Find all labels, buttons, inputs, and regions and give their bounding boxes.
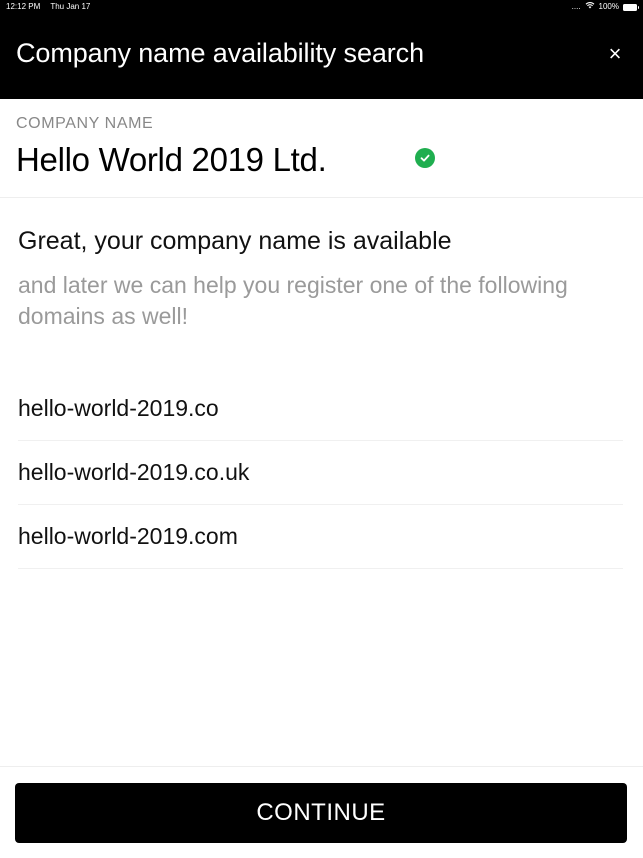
availability-subtitle: and later we can help you register one o…	[18, 272, 568, 329]
status-date: Thu Jan 17	[50, 2, 91, 11]
availability-title: Great, your company name is available	[18, 227, 452, 255]
company-name-label: COMPANY NAME	[16, 115, 154, 132]
page-title: Company name availability search	[16, 38, 424, 68]
footer: CONTINUE	[0, 766, 643, 858]
check-circle-icon	[415, 148, 435, 168]
status-bar: 12:12 PM Thu Jan 17 .... 100%	[0, 0, 643, 14]
domain-item[interactable]: hello-world-2019.co.uk	[18, 441, 623, 505]
battery-icon	[623, 3, 639, 11]
domain-list: hello-world-2019.co hello-world-2019.co.…	[18, 377, 623, 569]
close-button[interactable]: ×	[605, 41, 625, 66]
domain-item[interactable]: hello-world-2019.co	[18, 377, 623, 441]
status-right: .... 100%	[571, 0, 639, 14]
header: Company name availability search ×	[0, 14, 643, 99]
close-icon: ×	[608, 41, 622, 66]
status-time: 12:12 PM	[6, 2, 41, 11]
wifi-icon	[585, 0, 595, 14]
battery-percent: 100%	[598, 2, 619, 11]
status-left: 12:12 PM Thu Jan 17	[6, 0, 98, 14]
company-name-section: COMPANY NAME Hello World 2019 Ltd.	[0, 99, 643, 198]
domain-item[interactable]: hello-world-2019.com	[18, 505, 623, 569]
signal-indicator: ....	[571, 2, 581, 11]
company-name-value: Hello World 2019 Ltd.	[16, 141, 327, 178]
continue-button[interactable]: CONTINUE	[15, 783, 627, 843]
